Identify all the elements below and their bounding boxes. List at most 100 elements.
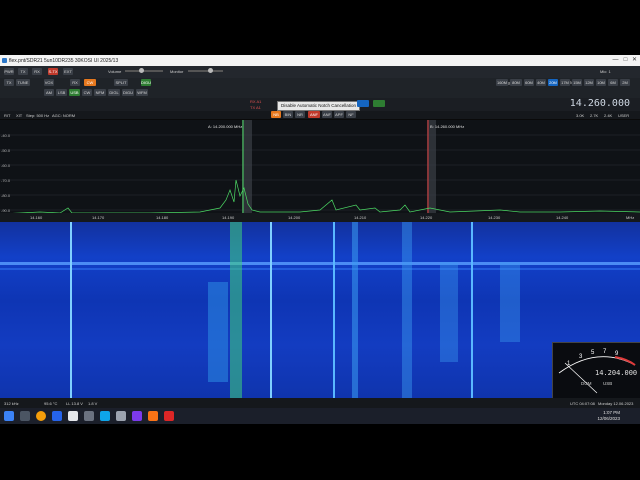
band-12m[interactable]: 12M	[584, 79, 594, 86]
freq-tick: 14.190	[222, 215, 235, 220]
band-160m[interactable]: 160M	[496, 79, 508, 86]
band-6m[interactable]: 6M	[608, 79, 618, 86]
spectrum-panel[interactable]: -40.0 -50.0 -60.0 -70.0 -80.0 -90.0 A: 1…	[0, 120, 640, 222]
mode-digl[interactable]: DIGL	[108, 89, 120, 96]
explorer-icon[interactable]	[84, 411, 94, 421]
smeter-tick: 5	[591, 350, 595, 356]
mode-lsb[interactable]: LSB	[56, 89, 67, 96]
band-20m[interactable]: 20M	[548, 79, 558, 86]
band-60m[interactable]: 60M	[524, 79, 534, 86]
band-10m[interactable]: 10M	[596, 79, 606, 86]
minimize-button[interactable]: —	[611, 56, 620, 65]
xit-button[interactable]	[373, 100, 385, 107]
chrome-icon[interactable]	[36, 411, 46, 421]
freq-tick: 14.160	[30, 215, 43, 220]
rx-a-label: RX A1	[250, 99, 262, 104]
mail-icon[interactable]	[100, 411, 110, 421]
freq-tick: 14.210	[354, 215, 367, 220]
s-meter: 1 3 5 7 9 14.204.000 DOM USB	[552, 342, 640, 399]
freq-unit: MHz	[626, 215, 635, 220]
mode-cw[interactable]: CW	[82, 89, 92, 96]
smeter-mode: USB	[603, 381, 612, 386]
tx-toggle-button[interactable]: TX	[4, 79, 14, 86]
waterfall-svg	[0, 222, 640, 398]
anf2-button[interactable]: ANF	[322, 111, 332, 118]
mode-wfm[interactable]: WFM	[136, 89, 148, 96]
db-label: -80.0	[1, 193, 11, 198]
ext-button[interactable]: EXT	[63, 68, 73, 75]
app-window: flex.pnt/SDR21 5un10DR235 30KOSI UI 2025…	[0, 55, 640, 408]
status-item: LL 13.8 V	[66, 401, 83, 406]
app2-icon[interactable]	[132, 411, 142, 421]
monitor-slider[interactable]	[188, 68, 223, 73]
filter-2k7[interactable]: 2.7K	[590, 113, 598, 118]
frequency-scale[interactable]: 14.160 14.170 14.180 14.190 14.200 14.21…	[0, 213, 640, 222]
waterfall-display[interactable]	[0, 222, 640, 398]
power-button[interactable]: PWR	[4, 68, 14, 75]
mic-label: Mic: 1	[600, 69, 611, 74]
volume-slider[interactable]	[125, 68, 163, 73]
mode-am[interactable]: AM	[44, 89, 54, 96]
freq-tick: 14.230	[488, 215, 501, 220]
clock-date: 12/06/2023	[597, 416, 620, 421]
bin-button[interactable]: BIN	[283, 111, 293, 118]
anf-button[interactable]: ANF	[308, 111, 320, 118]
smeter-tick: 9	[615, 351, 619, 357]
close-button[interactable]: ✕	[630, 56, 639, 65]
rx-button[interactable]: RX	[32, 68, 42, 75]
digu-button[interactable]: DIGU	[141, 79, 151, 86]
search-icon[interactable]	[20, 411, 30, 421]
app3-icon[interactable]	[148, 411, 158, 421]
filter-user[interactable]: USER	[618, 113, 629, 118]
maximize-button[interactable]: □	[621, 56, 630, 65]
freq-tick: 14.220	[420, 215, 433, 220]
mode-digu[interactable]: DIGU	[122, 89, 134, 96]
edge-icon[interactable]	[52, 411, 62, 421]
nr-button[interactable]: NR	[295, 111, 305, 118]
app4-icon[interactable]	[164, 411, 174, 421]
window-title: flex.pnt/SDR21 5un10DR235 30KOSI UI 2025…	[9, 58, 119, 64]
title-bar: flex.pnt/SDR21 5un10DR235 30KOSI UI 2025…	[0, 55, 640, 66]
app-icon[interactable]	[68, 411, 78, 421]
split-button[interactable]: SPLIT	[114, 79, 128, 86]
stx-button[interactable]: S-TX	[48, 68, 58, 75]
status-time: UTC 04:07:08	[570, 401, 595, 406]
band-15m[interactable]: 15M	[572, 79, 582, 86]
tune-button[interactable]: TUNE	[16, 79, 30, 86]
nb-button[interactable]: NB	[271, 111, 281, 118]
xit-label: XIT	[16, 113, 23, 118]
filter-2k4[interactable]: 2.4K	[604, 113, 612, 118]
tooltip: Disable Automatic Notch Cancellation	[277, 101, 361, 111]
rit-button[interactable]	[357, 100, 369, 107]
spectrum-svg[interactable]: -40.0 -50.0 -60.0 -70.0 -80.0 -90.0 A: 1…	[0, 120, 640, 222]
band-2m[interactable]: 2M	[620, 79, 630, 86]
vox-button[interactable]: VOX	[44, 79, 54, 86]
start-icon[interactable]	[4, 411, 14, 421]
taskbar: 1:07 PM 12/06/2023	[0, 408, 640, 424]
freq-tick: 14.170	[92, 215, 105, 220]
volume-label: Volume	[108, 69, 122, 74]
db-label: -70.0	[1, 178, 11, 183]
agc-status: AGC: NORM	[52, 113, 76, 118]
apf-button[interactable]: APF	[334, 111, 344, 118]
band-17m[interactable]: 17M	[560, 79, 570, 86]
vfo-frequency[interactable]: 14.260.000	[570, 98, 630, 109]
cw-button[interactable]: CW	[84, 79, 96, 86]
filter-3k[interactable]: 3.0K	[576, 113, 584, 118]
status-item: 1.8 V	[88, 401, 98, 406]
db-label: -40.0	[1, 133, 11, 138]
rx-toggle-button[interactable]: RX	[70, 79, 80, 86]
status-date: Monday 12.06.2023	[598, 401, 634, 406]
db-label: -60.0	[1, 163, 11, 168]
mode-usb[interactable]: USB	[69, 89, 80, 96]
smeter-sub: DOM	[581, 381, 592, 386]
freq-tick: 14.240	[556, 215, 569, 220]
taskbar-clock[interactable]: 1:07 PM 12/06/2023	[597, 410, 620, 422]
mode-toolbar: AM LSB USB CW NFM DIGL DIGU WFM	[0, 88, 640, 98]
settings-icon[interactable]	[116, 411, 126, 421]
band-40m[interactable]: 40M	[536, 79, 546, 86]
mode-nfm[interactable]: NFM	[94, 89, 106, 96]
band-80m[interactable]: 80M	[510, 79, 522, 86]
nf-button[interactable]: NF	[346, 111, 356, 118]
tx-button[interactable]: TX	[18, 68, 28, 75]
